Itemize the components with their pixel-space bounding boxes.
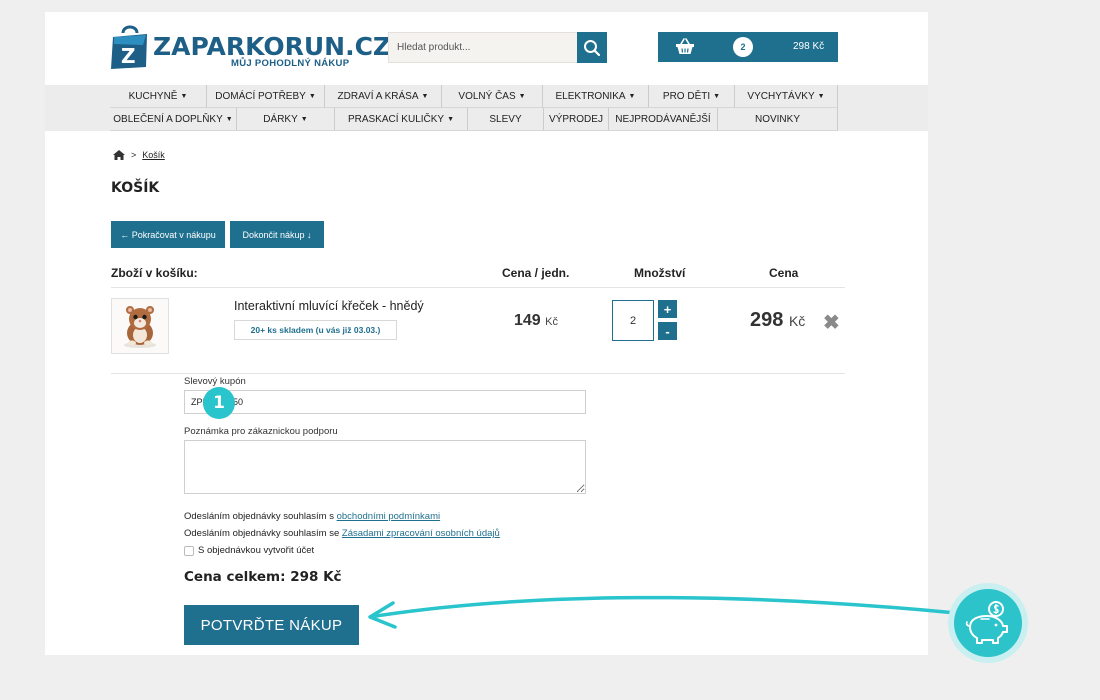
pointer-arrow-icon [368, 595, 958, 629]
piggy-bank-icon [965, 601, 1008, 644]
piggy-bank-badge [948, 583, 1028, 663]
